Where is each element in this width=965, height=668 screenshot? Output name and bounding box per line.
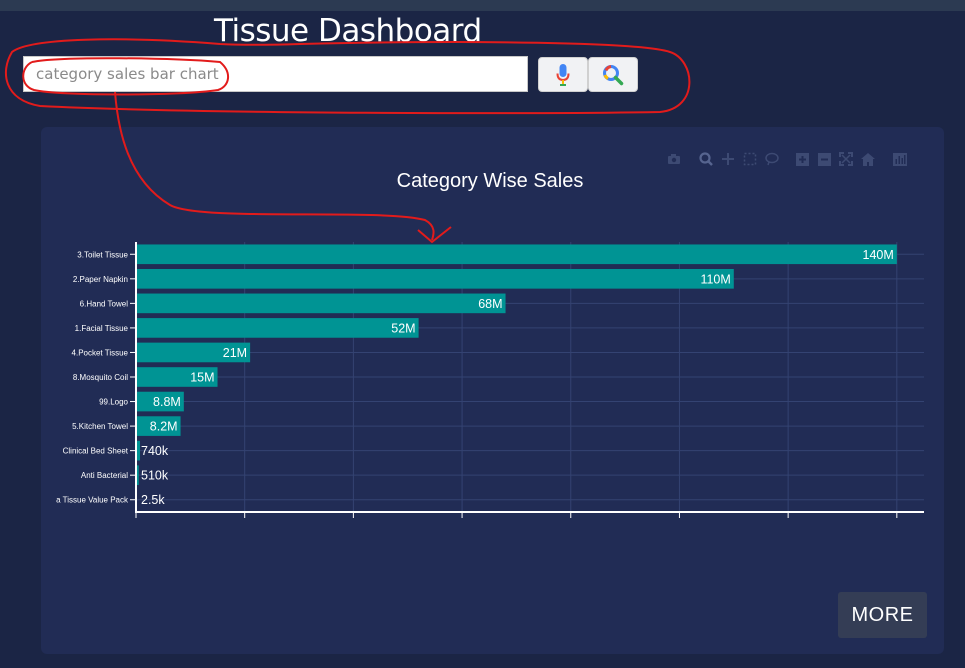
bar-value-label: 15M: [190, 371, 214, 385]
bar-value-label: 52M: [391, 321, 415, 335]
y-tick-label: 5.Kitchen Towel: [72, 422, 128, 431]
y-tick-label: 99.Logo: [99, 398, 128, 407]
bar-value-label: 2.5k: [141, 493, 165, 507]
y-tick-label: 1.Facial Tissue: [75, 324, 129, 333]
bar-value-label: 21M: [223, 346, 247, 360]
bar: [136, 244, 897, 265]
bar: [136, 293, 506, 314]
y-tick-label: 6.Hand Towel: [80, 299, 129, 308]
bar-value-label: 740k: [141, 444, 169, 458]
bar-value-label: 510k: [141, 469, 169, 483]
y-tick-label: 8.Mosquito Coil: [73, 373, 128, 382]
sales-bar-chart: 3.Toilet Tissue 140M 2.Paper Napkin 110M 6.H…: [56, 242, 924, 518]
y-tick-label: 3.Toilet Tissue: [77, 250, 128, 259]
bar-value-label: 110M: [700, 272, 730, 286]
bar: [136, 318, 419, 338]
y-tick-label: 4.Pocket Tissue: [72, 348, 129, 357]
bar-value-label: 8.8M: [153, 395, 181, 409]
y-tick-label: 2.Paper Napkin: [73, 275, 128, 284]
bar-value-label: 140M: [863, 248, 894, 262]
y-tick-label: Clinical Bed Sheet: [63, 447, 129, 456]
bar-value-label: 68M: [478, 297, 502, 311]
y-tick-label: Anti Bacterial: [81, 471, 128, 480]
more-button[interactable]: MORE: [838, 592, 927, 638]
y-tick-label: a Tissue Value Pack: [56, 496, 129, 505]
bar: [136, 269, 734, 289]
bar-value-label: 8.2M: [150, 420, 178, 434]
